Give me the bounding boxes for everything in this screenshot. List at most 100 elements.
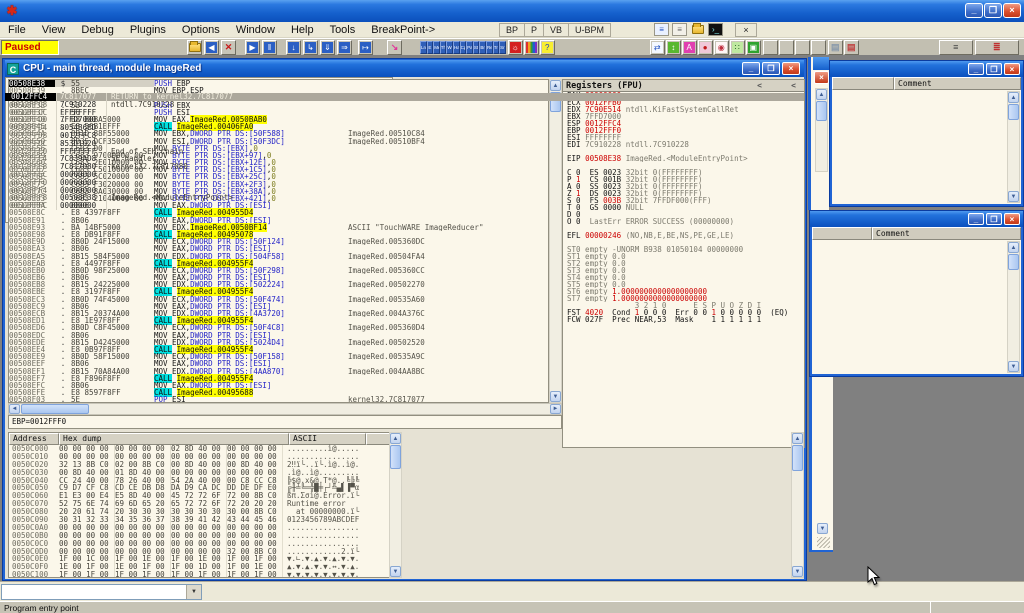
disasm-row[interactable]: 00508EF7.E8 F896F8FFCALL ImageRed.004955… [9, 375, 548, 382]
swap-icon[interactable]: ⇄ [650, 40, 665, 55]
maximize-button[interactable]: ❐ [986, 213, 1002, 225]
window-icon[interactable]: ▣ [746, 40, 761, 55]
memory-dump-pane[interactable]: Address Hex dump ASCII 0050C00000 00 00 … [8, 432, 391, 578]
animate-over-icon[interactable]: ⇒ [337, 40, 352, 55]
register-line[interactable]: 3 2 1 0 E S P U O Z D I [563, 302, 804, 309]
scroll-up-icon[interactable]: ▲ [792, 433, 803, 444]
scroll-down-icon[interactable]: ▼ [1008, 191, 1019, 202]
menu-item-window[interactable]: Window [228, 24, 283, 36]
pane-button-pa[interactable]: Pa [466, 41, 473, 54]
pane-button-re[interactable]: Re [486, 41, 493, 54]
scroll-thumb[interactable] [1008, 254, 1019, 270]
pane-button-sr[interactable]: Sr [499, 41, 506, 54]
scroll-up-icon[interactable]: ▲ [550, 80, 561, 91]
notepad-icon[interactable]: ≡ [654, 23, 669, 36]
pane-button-th[interactable]: Th [440, 41, 447, 54]
pane-button-me[interactable]: Me [433, 41, 440, 54]
execute-till-return-icon[interactable]: ↦ [358, 40, 373, 55]
menu-item-file[interactable]: File [0, 24, 34, 36]
blank-button[interactable] [795, 40, 810, 55]
register-line[interactable]: ST2 empty 0.0 [563, 260, 804, 267]
minimize-button[interactable]: _ [965, 3, 983, 18]
comment-window-1-vscrollbar[interactable]: ▲ ▼ [1007, 91, 1020, 203]
close-program-icon[interactable]: ✕ [221, 40, 236, 55]
fragment-vscrollbar[interactable]: ▲ [815, 88, 828, 172]
scroll-right-icon[interactable]: ► [550, 404, 561, 414]
pane-button-e[interactable]: E [427, 41, 434, 54]
disasm-row[interactable]: 00508EC3.8B0D 74F45000MOV ECX,DWORD PTR … [9, 296, 548, 303]
disasm-row[interactable]: 00508EFE.E8 8597F8FFCALL ImageRed.004956… [9, 389, 548, 396]
disasm-row[interactable]: 00508E9D.8B0D 24F15000MOV ECX,DWORD PTR … [9, 238, 548, 245]
scroll-down-icon[interactable]: ▼ [817, 523, 828, 534]
scroll-thumb[interactable] [816, 101, 827, 121]
open-file-icon[interactable] [187, 40, 202, 55]
minimize-button[interactable]: _ [968, 213, 984, 225]
step-over-icon[interactable]: ↳ [303, 40, 318, 55]
pane-button-br[interactable]: Br [479, 41, 486, 54]
chevron-down-icon[interactable]: ▼ [186, 585, 201, 599]
page-red-icon[interactable]: ▤ [844, 40, 859, 55]
menu-item-tools[interactable]: Tools [322, 24, 364, 36]
scroll-thumb[interactable] [1008, 104, 1019, 120]
pane-button-cp[interactable]: Cp [460, 41, 467, 54]
disasm-row[interactable]: 00508EB0.8B0D 98F25000MOV ECX,DWORD PTR … [9, 267, 548, 274]
scroll-down-icon[interactable]: ▼ [390, 566, 401, 577]
command-input[interactable] [2, 585, 186, 599]
register-line[interactable]: ST5 empty 0.0 [563, 281, 804, 288]
step-into-icon[interactable]: ↓ [286, 40, 301, 55]
appearance-icon[interactable] [524, 40, 539, 55]
hits-icon[interactable]: ∷ [730, 40, 745, 55]
stack-row[interactable]: 0012FFFC00000000 [5, 202, 393, 210]
register-line[interactable]: FCW 027F Prec NEAR,53 Mask 1 1 1 1 1 1 [563, 316, 804, 323]
pane-button-tr[interactable]: Tr [493, 41, 500, 54]
animate-into-icon[interactable]: ⇓ [320, 40, 335, 55]
column-header[interactable] [832, 77, 894, 90]
register-line[interactable]: ST6 empty 1.0000000000000000000 [563, 288, 804, 295]
info-pane[interactable]: EBP=0012FFF0 [8, 415, 562, 429]
scroll-down-icon[interactable]: ▼ [1008, 361, 1019, 372]
menu-item-debug[interactable]: Debug [73, 24, 121, 36]
close-button[interactable]: × [1003, 3, 1021, 18]
disasm-row[interactable]: 00508E38$55PUSH EBP [9, 80, 548, 87]
scroll-down-icon[interactable]: ▼ [550, 391, 561, 402]
comment-window-1-titlebar[interactable]: _ ❐ × [830, 61, 1023, 77]
cpu-titlebar[interactable]: C CPU - main thread, module ImageRed _ ❐… [5, 60, 804, 77]
fragment-close-icon[interactable]: × [814, 71, 829, 84]
stack-pane[interactable]: 0012FFC47C817077RETURN to kernel32.7C817… [5, 77, 393, 223]
maximize-button[interactable]: ❐ [984, 3, 1002, 18]
scroll-thumb[interactable] [21, 404, 89, 414]
comment-column-header[interactable]: Comment [872, 227, 1021, 240]
menu-item-view[interactable]: View [34, 24, 74, 36]
scroll-thumb[interactable] [390, 445, 401, 469]
breakpoint-icon[interactable]: ● [698, 40, 713, 55]
register-line[interactable]: ST1 empty 0.0 [563, 253, 804, 260]
ascii-icon[interactable]: A [682, 40, 697, 55]
page-icon[interactable]: ▤ [828, 40, 843, 55]
scroll-up-icon[interactable]: ▲ [816, 89, 827, 100]
close-button[interactable]: × [1004, 63, 1020, 75]
pane-button-ln[interactable]: Ln [420, 41, 427, 54]
restart-icon[interactable]: ◀ [204, 40, 219, 55]
list-red-icon[interactable]: ≣ [975, 40, 1019, 55]
stack-vscrollbar[interactable]: ▲ ▼ [791, 432, 804, 578]
goto-icon[interactable]: ↘ [387, 40, 402, 55]
scroll-left-icon[interactable]: ◄ [9, 404, 20, 414]
register-line[interactable]: D 0 [563, 211, 804, 218]
dump-row[interactable]: 0050C1001F 00 1F 001F 00 1F 001F 00 1F 0… [9, 571, 390, 578]
registers-scroll-left-icon[interactable]: < [791, 81, 796, 90]
menubar-button-bp[interactable]: BP [499, 23, 524, 37]
scroll-up-icon[interactable]: ▲ [1008, 92, 1019, 103]
register-line[interactable]: O 0 LastErr ERROR_SUCCESS (00000000) [563, 218, 804, 225]
menu-item-help[interactable]: Help [283, 24, 322, 36]
disasm-row[interactable]: 00508ED6.8B0D C8F45000MOV ECX,DWORD PTR … [9, 324, 548, 331]
disasm-row[interactable]: 00508EE9.8B0D 58F15000MOV ECX,DWORD PTR … [9, 353, 548, 360]
disassembly-hscrollbar[interactable]: ◄ ► [8, 403, 562, 415]
register-line[interactable]: ST4 empty 0.0 [563, 274, 804, 281]
cpu-close-button[interactable]: × [782, 62, 800, 75]
scroll-up-icon[interactable]: ▲ [1008, 242, 1019, 253]
close-button[interactable]: × [1004, 213, 1020, 225]
resize-grip[interactable] [817, 537, 830, 548]
scroll-up-icon[interactable]: ▲ [390, 433, 401, 444]
menu-item-plugins[interactable]: Plugins [122, 24, 174, 36]
blank-button[interactable] [811, 40, 826, 55]
